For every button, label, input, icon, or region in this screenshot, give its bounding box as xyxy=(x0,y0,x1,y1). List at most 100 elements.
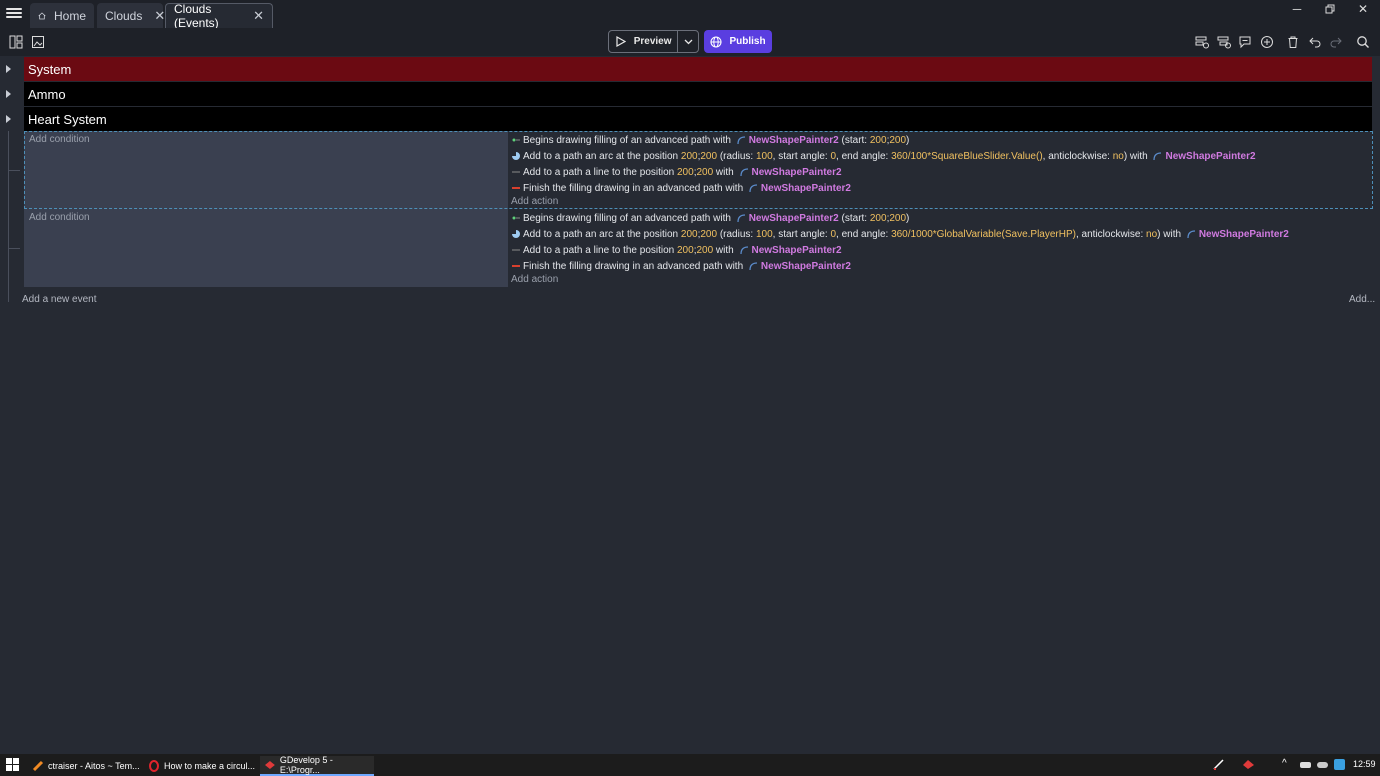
action-text: with xyxy=(713,166,737,178)
action-text: , end angle: xyxy=(836,150,892,162)
action-parameter[interactable]: 200 xyxy=(700,151,717,162)
action-row[interactable]: Begins drawing filling of an advanced pa… xyxy=(511,210,909,226)
shape-painter-icon xyxy=(739,167,748,176)
tab-clouds[interactable]: Clouds ✕ xyxy=(97,3,165,28)
action-object-name[interactable]: NewShapePainter2 xyxy=(752,245,842,256)
event-block[interactable]: Add condition Begins drawing filling of a… xyxy=(24,209,1372,287)
conditions-column[interactable]: Add condition xyxy=(24,131,508,209)
action-object-name[interactable]: NewShapePainter2 xyxy=(761,183,851,194)
opera-icon xyxy=(149,760,159,772)
tray-controller-icon[interactable] xyxy=(1316,758,1329,776)
preview-dropdown-button[interactable] xyxy=(678,31,698,52)
action-parameter[interactable]: 200 xyxy=(681,229,698,240)
add-more-link[interactable]: Add... xyxy=(1349,294,1375,305)
event-group-system[interactable]: System xyxy=(0,57,1380,81)
tab-home[interactable]: Home xyxy=(30,3,94,28)
redo-icon[interactable] xyxy=(1327,33,1345,51)
action-row[interactable]: Add to a path an arc at the position 200… xyxy=(511,226,1289,242)
search-icon[interactable] xyxy=(1354,33,1372,51)
conditions-column[interactable]: Add condition xyxy=(24,209,508,287)
action-parameter[interactable]: 200 xyxy=(700,229,717,240)
event-group-ammo[interactable]: Ammo xyxy=(0,82,1380,106)
undo-icon[interactable] xyxy=(1306,33,1324,51)
taskbar: ctraiser - Aitos ~ Tem... How to make a … xyxy=(0,754,1380,776)
action-object-name[interactable]: NewShapePainter2 xyxy=(749,135,839,146)
close-icon[interactable]: ✕ xyxy=(253,8,264,24)
action-object-name[interactable]: NewShapePainter2 xyxy=(749,213,839,224)
event-group-heart-system[interactable]: Heart System xyxy=(0,107,1380,131)
tray-pen-icon[interactable] xyxy=(1212,758,1225,776)
add-condition-link[interactable]: Add condition xyxy=(29,212,90,223)
action-type-icon xyxy=(511,135,521,145)
action-object-name[interactable]: NewShapePainter2 xyxy=(1165,151,1255,162)
action-parameter[interactable]: 200 xyxy=(870,213,887,224)
action-row[interactable]: Finish the filling drawing in an advance… xyxy=(511,180,851,196)
action-parameter[interactable]: 200 xyxy=(696,245,713,256)
action-parameter[interactable]: 200 xyxy=(889,213,906,224)
add-event-icon[interactable] xyxy=(1193,33,1211,51)
chevron-up-icon[interactable]: ^ xyxy=(1282,758,1287,769)
add-action-link[interactable]: Add action xyxy=(511,274,558,285)
action-parameter[interactable]: no xyxy=(1146,229,1157,240)
action-row[interactable]: Add to a path a line to the position 200… xyxy=(511,164,842,180)
add-new-event-link[interactable]: Add a new event xyxy=(22,294,97,305)
close-window-icon[interactable]: ✕ xyxy=(1346,0,1380,18)
action-row[interactable]: Begins drawing filling of an advanced pa… xyxy=(511,132,909,148)
tab-clouds-events[interactable]: Clouds (Events) ✕ xyxy=(165,2,273,30)
action-row[interactable]: Add to a path a line to the position 200… xyxy=(511,242,842,258)
tray-gamepad-icon[interactable] xyxy=(1299,758,1312,776)
app-icon xyxy=(32,760,44,772)
taskbar-item-browser[interactable]: How to make a circul... xyxy=(144,756,256,776)
tray-gdevelop-icon[interactable] xyxy=(1242,758,1255,776)
action-parameter[interactable]: 200 xyxy=(677,167,694,178)
action-text: ) with xyxy=(1157,228,1184,240)
expand-arrow-icon[interactable] xyxy=(6,115,11,123)
actions-column[interactable]: Begins drawing filling of an advanced pa… xyxy=(508,131,1372,209)
panels-icon[interactable] xyxy=(7,33,25,51)
tray-security-icon[interactable] xyxy=(1333,758,1346,776)
add-action-link[interactable]: Add action xyxy=(511,196,558,207)
preview-button[interactable]: Preview xyxy=(609,31,679,52)
action-parameter[interactable]: 200 xyxy=(870,135,887,146)
taskbar-item-ctraiser[interactable]: ctraiser - Aitos ~ Tem... xyxy=(28,756,140,776)
expand-arrow-icon[interactable] xyxy=(6,65,11,73)
action-object-name[interactable]: NewShapePainter2 xyxy=(1199,229,1289,240)
taskbar-item-gdevelop[interactable]: GDevelop 5 - E:\Progr... xyxy=(260,755,374,776)
action-object-name[interactable]: NewShapePainter2 xyxy=(752,167,842,178)
action-text: ) xyxy=(906,134,910,146)
event-block[interactable]: Add condition Begins drawing filling of a… xyxy=(24,131,1372,209)
shape-painter-icon xyxy=(737,213,745,222)
action-parameter[interactable]: 200 xyxy=(889,135,906,146)
actions-column[interactable]: Begins drawing filling of an advanced pa… xyxy=(508,209,1372,287)
windows-start-icon[interactable] xyxy=(6,758,19,776)
expand-arrow-icon[interactable] xyxy=(6,90,11,98)
action-parameter[interactable]: 100 xyxy=(756,229,773,240)
action-parameter[interactable]: no xyxy=(1113,151,1124,162)
add-circle-icon[interactable] xyxy=(1258,33,1276,51)
action-parameter[interactable]: 360/100*SquareBlueSlider.Value() xyxy=(891,151,1043,162)
add-subevent-icon[interactable] xyxy=(1215,33,1233,51)
minimize-icon[interactable]: ─ xyxy=(1280,0,1314,18)
scene-image-icon[interactable] xyxy=(29,33,47,51)
action-parameter[interactable]: 100 xyxy=(756,151,773,162)
action-parameter[interactable]: 360/1000*GlobalVariable(Save.PlayerHP) xyxy=(891,229,1076,240)
publish-button[interactable]: Publish xyxy=(704,30,772,53)
tree-line xyxy=(8,292,9,302)
restore-icon[interactable] xyxy=(1313,0,1347,18)
action-row[interactable]: Add to a path an arc at the position 200… xyxy=(511,148,1256,164)
hamburger-menu-icon[interactable] xyxy=(6,6,22,22)
action-text: (radius: xyxy=(717,228,756,240)
action-parameter[interactable]: 200 xyxy=(696,167,713,178)
action-parameter[interactable]: 200 xyxy=(677,245,694,256)
add-condition-link[interactable]: Add condition xyxy=(29,134,90,145)
trash-icon[interactable] xyxy=(1284,33,1302,51)
action-parameter[interactable]: 200 xyxy=(681,151,698,162)
close-icon[interactable]: ✕ xyxy=(154,8,165,24)
shape-painter-icon xyxy=(739,245,748,254)
action-object-name[interactable]: NewShapePainter2 xyxy=(761,261,851,272)
action-text: Begins drawing filling of an advanced pa… xyxy=(523,212,734,224)
add-comment-icon[interactable] xyxy=(1236,33,1254,51)
shape-painter-icon xyxy=(1153,151,1162,160)
tree-line xyxy=(8,131,9,296)
action-row[interactable]: Finish the filling drawing in an advance… xyxy=(511,258,851,274)
